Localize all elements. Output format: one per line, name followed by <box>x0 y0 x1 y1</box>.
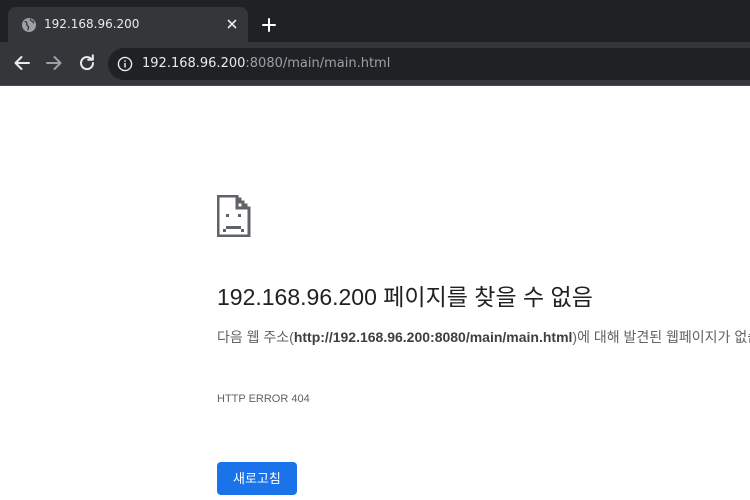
url-text[interactable]: 192.168.96.200:8080/main/main.html <box>142 56 390 72</box>
new-tab-plus-icon[interactable] <box>258 14 280 36</box>
error-code: HTTP ERROR 404 <box>217 393 310 405</box>
error-description: 다음 웹 주소(http://192.168.96.200:8080/main/… <box>217 326 750 349</box>
close-icon[interactable] <box>224 16 240 32</box>
url-path: :8080/main/main.html <box>245 56 391 71</box>
desc-prefix: 다음 웹 주소( <box>217 329 294 345</box>
address-bar[interactable]: 192.168.96.200:8080/main/main.html <box>108 48 750 80</box>
info-icon[interactable] <box>117 56 133 72</box>
desc-url: http://192.168.96.200:8080/main/main.htm… <box>293 329 573 345</box>
error-page: 192.168.96.200 페이지를 찾을 수 없음 다음 웹 주소(http… <box>0 86 750 500</box>
sad-document-icon <box>217 195 251 237</box>
error-heading: 192.168.96.200 페이지를 찾을 수 없음 <box>217 284 593 310</box>
globe-icon <box>22 18 36 32</box>
desc-suffix: )에 대해 발견된 웹페이지가 없습니다. <box>572 329 750 345</box>
reload-icon[interactable] <box>76 52 98 74</box>
browser-tab[interactable]: 192.168.96.200 <box>8 7 248 42</box>
back-arrow-icon[interactable] <box>11 52 33 74</box>
forward-arrow-icon[interactable] <box>43 52 65 74</box>
tab-strip: 192.168.96.200 <box>0 0 750 42</box>
url-host: 192.168.96.200 <box>142 56 246 71</box>
browser-toolbar: 192.168.96.200:8080/main/main.html <box>0 42 750 86</box>
reload-button[interactable]: 새로고침 <box>217 462 297 495</box>
tab-title: 192.168.96.200 <box>44 17 140 31</box>
